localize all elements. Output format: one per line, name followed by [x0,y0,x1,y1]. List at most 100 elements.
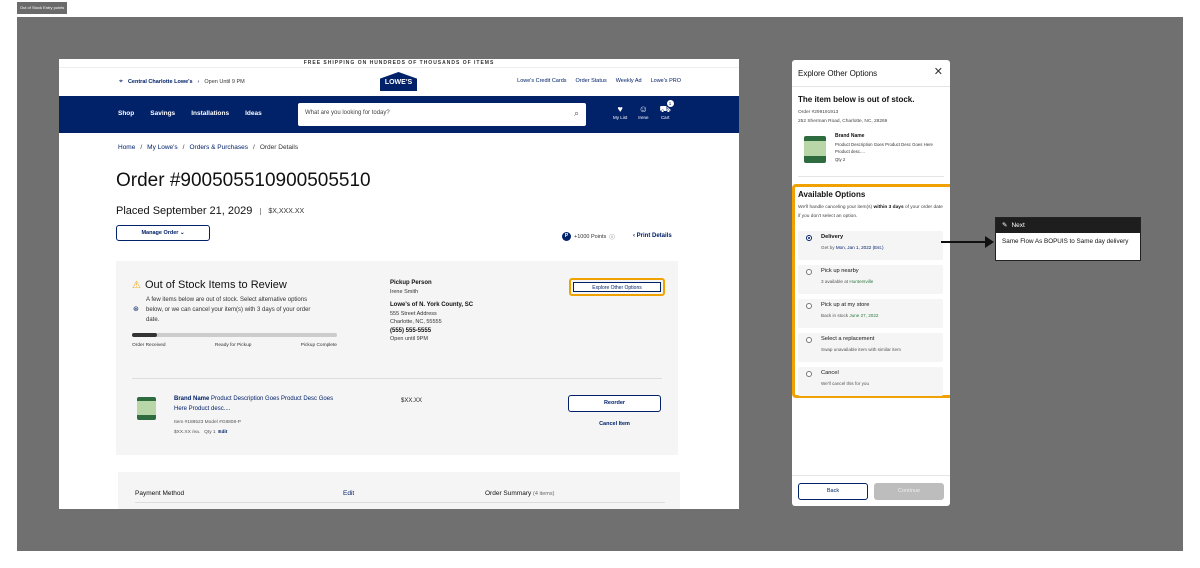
print-details-label: Print Details [636,233,672,239]
progress-label-complete: Pickup Complete [300,343,337,348]
divider [798,176,944,177]
option-label: Pick up at my store [821,302,870,308]
points-label: +1000 Points [574,233,607,240]
nav-ideas[interactable]: Ideas [245,110,262,117]
manage-order-label: Manage Order [141,230,179,236]
out-of-stock-card: ⚠ Out of Stock Items to Review ⊛ A few i… [116,261,678,455]
pickup-address-2: Charlotte, NC, 55555 [390,319,442,325]
my-list-button[interactable]: ♥ My List [613,104,627,120]
link-order-status[interactable]: Order Status [576,78,607,84]
panel-product-brand: Brand Name [835,133,865,139]
available-options-description: We'll handle canceling your item(s) with… [798,203,946,221]
back-button[interactable]: Back [798,483,868,500]
divider [135,502,665,503]
cart-count-badge: 1 [666,100,674,107]
manage-order-button[interactable]: Manage Order ⌄ [116,225,210,241]
order-placed-row: Placed September 21, 2029 $X,XXX.XX [116,205,304,217]
option-replacement[interactable]: Select a replacement Swap unavailable it… [798,333,943,362]
order-placed-date: Placed September 21, 2029 [116,205,253,217]
breadcrumb-home[interactable]: Home [118,144,135,151]
cart-button[interactable]: ⛟ Cart 1 [660,100,674,120]
order-summary-heading: Order Summary (4 items) [485,490,554,497]
warning-icon: ⚠ [132,279,141,291]
breadcrumb-separator: / [182,144,185,151]
panel-title: Explore Other Options [798,69,878,78]
breadcrumb-my-lowes[interactable]: My Lowe's [147,144,178,151]
option-pickup-my-store[interactable]: Pick up at my store Back in stock June 2… [798,299,943,328]
divider [792,475,950,476]
payment-edit-link[interactable]: Edit [343,490,354,497]
account-button[interactable]: ☺ Irene [638,104,648,120]
my-list-label: My List [613,115,628,120]
panel-product: Brand Name Product Description Goes Prod… [835,133,935,163]
oos-description: A few items below are out of stock. Sele… [146,297,311,323]
order-total: $X,XXX.XX [260,207,304,215]
edit-qty-link[interactable]: Edit [218,430,227,435]
cancel-item-link[interactable]: Cancel Item [568,421,661,427]
print-details-link[interactable]: ‹ Print Details [633,233,672,239]
radio-button[interactable] [806,337,812,343]
radio-button[interactable] [806,269,812,275]
points-icon: P [562,232,571,241]
nav-shop[interactable]: Shop [118,110,134,117]
promo-banner: FREE SHIPPING ON HUNDREDS OF THOUSANDS O… [59,59,739,68]
link-credit-cards[interactable]: Lowe's Credit Cards [517,78,566,84]
radio-button[interactable] [806,371,812,377]
nav-installations[interactable]: Installations [191,110,229,117]
radio-button[interactable] [806,303,812,309]
user-icon: ☺ [638,104,648,114]
breadcrumb-current: Order Details [259,144,299,151]
breadcrumb: Home / My Lowe's / Orders & Purchases / … [118,144,298,151]
option-label: Delivery [821,234,844,240]
option-label: Pick up nearby [821,268,859,274]
lowes-logo[interactable]: LOWE'S [380,72,417,91]
link-weekly-ad[interactable]: Weekly Ad [616,78,642,84]
available-options-title: Available Options [798,190,866,199]
product-item-model: Item #188523 Model #G8808-P [174,420,241,425]
annotation-note: ✎ Next Same Flow As BOPUIS to Same day d… [995,217,1141,261]
note-title: Next [1011,222,1025,229]
divider [792,86,950,87]
pickup-name: Irene Smith [390,288,419,295]
product-title[interactable]: Brand Name Product Description Goes Prod… [174,394,336,414]
option-label: Select a replacement [821,336,875,342]
page-title: Order #900505510900505510 [116,170,371,191]
explore-other-options-button[interactable]: Explore Other Options [569,278,665,296]
order-progress-bar [132,333,337,337]
nav-savings[interactable]: Savings [150,110,175,117]
arrow-head-icon [985,236,994,248]
search-icon[interactable]: ⌕ [574,108,579,119]
annotation-arrow [941,241,991,243]
close-icon[interactable]: ✕ [934,65,943,78]
explore-options-panel: Explore Other Options ✕ The item below i… [792,60,950,506]
option-pickup-nearby[interactable]: Pick up nearby 3 available at Huntersvil… [798,265,943,294]
radio-button-selected[interactable] [806,235,812,241]
option-sublabel: Swap unavailable item with similar item [821,347,901,352]
continue-button[interactable]: Continue [874,483,944,500]
panel-address: 252 Sherman Road, Charlotte, NC, 28269 [798,119,888,124]
reorder-button[interactable]: Reorder [568,395,661,412]
panel-order-number: Order #299191913 [798,110,839,115]
option-sublabel: Get by Mon, Jan 1, 2022 (Est.) [821,245,884,250]
pickup-phone: (555) 555-5555 [390,327,432,334]
info-icon[interactable]: ⓘ [609,233,615,241]
breadcrumb-separator: / [140,144,143,151]
product-image[interactable] [137,397,156,420]
available-desc-emphasis: within 3 days [873,205,904,210]
panel-heading: The item below is out of stock. [798,95,915,104]
store-selector[interactable]: ⌖ Central Charlotte Lowe's › Open Until … [119,78,245,86]
payment-section: Payment Method Edit Order Summary (4 ite… [118,472,680,509]
breadcrumb-orders[interactable]: Orders & Purchases [189,144,248,151]
note-icon: ✎ [1002,222,1008,229]
product-meta: Item #188523 Model #G8808-P $XX.XX /ea. … [174,418,241,438]
link-lowes-pro[interactable]: Lowe's PRO [651,78,681,84]
product-qty: Qty 1 [204,430,216,435]
oos-title-text: Out of Stock Items to Review [144,279,287,291]
option-delivery[interactable]: Delivery Get by Mon, Jan 1, 2022 (Est.) [798,231,943,260]
store-name: Central Charlotte Lowe's [127,79,193,85]
oos-title: ⚠ Out of Stock Items to Review [132,279,287,291]
frame-label: Out of Stock Entry points [17,2,68,14]
option-cancel[interactable]: Cancel We'll cancel this for you [798,367,943,396]
utility-bar: ⌖ Central Charlotte Lowe's › Open Until … [59,68,739,96]
search-input[interactable]: What are you looking for today? ⌕ [298,103,586,126]
